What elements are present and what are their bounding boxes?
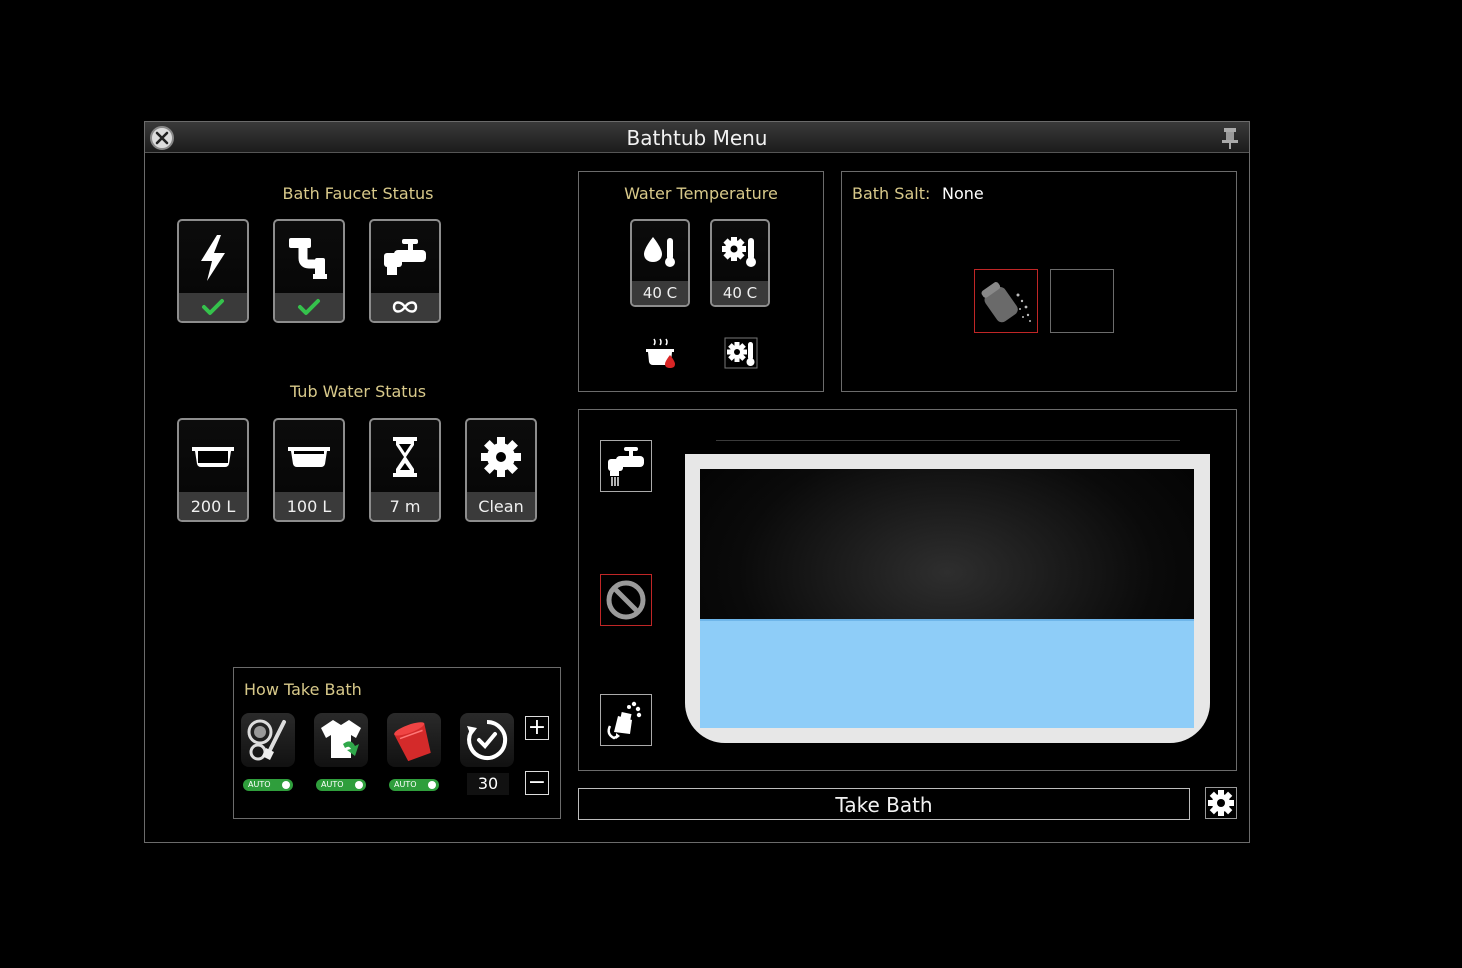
tub-capacity-tile[interactable]: 200 L (177, 418, 249, 522)
close-button[interactable] (150, 126, 174, 150)
wash-option-button[interactable] (241, 713, 295, 767)
timer-icon (467, 719, 508, 760)
pipe-icon (289, 238, 327, 279)
pin-button[interactable] (1219, 126, 1241, 150)
tub-heading: Tub Water Status (289, 382, 427, 401)
bath-salt-slot[interactable] (974, 269, 1038, 333)
bucket-auto-toggle[interactable]: AUTO (389, 779, 439, 791)
tub-rim-line (716, 440, 1180, 441)
clothes-auto-toggle[interactable]: AUTO (316, 779, 366, 791)
faucet-heading: Bath Faucet Status (282, 184, 434, 203)
temperature-settings-button[interactable] (724, 337, 758, 369)
close-icon (155, 131, 169, 145)
temperature-panel (578, 171, 824, 392)
increase-duration-button[interactable]: + (525, 716, 549, 740)
check-icon (298, 299, 320, 315)
gear-thermometer-icon (724, 337, 758, 369)
prohibited-icon (606, 580, 646, 620)
decrease-duration-button[interactable]: − (525, 771, 549, 795)
change-clothes-option-button[interactable] (314, 713, 368, 767)
fill-tub-button[interactable] (600, 440, 652, 492)
tub-time-value: 7 m (371, 492, 439, 520)
heat-tub-button[interactable] (644, 337, 678, 369)
gear-thermometer-icon (722, 237, 756, 267)
settings-button[interactable] (1205, 787, 1237, 819)
empty-tub-icon (192, 447, 234, 467)
tub-clean-tile[interactable]: Clean (465, 418, 537, 522)
window-title: Bathtub Menu (626, 126, 768, 150)
bath-salt-panel (841, 171, 1237, 392)
drain-icon (607, 701, 642, 740)
faucet-tap-tile[interactable] (369, 219, 441, 323)
current-temperature-value: 40 C (632, 281, 688, 305)
faucet-icon (608, 447, 644, 486)
bath-salt-label: Bath Salt: (852, 184, 931, 203)
bathtub-basin (700, 469, 1194, 728)
mirror-brush-icon (247, 719, 286, 761)
duration-option-button[interactable] (460, 713, 514, 767)
faucet-icon (384, 239, 426, 275)
empty-salt-slot[interactable] (1050, 269, 1114, 333)
pin-icon (1222, 128, 1238, 149)
gear-icon (481, 437, 521, 477)
tub-current-tile[interactable]: 100 L (273, 418, 345, 522)
wash-auto-toggle[interactable]: AUTO (243, 779, 293, 791)
duration-value: 30 (467, 773, 509, 795)
bucket-icon (394, 722, 431, 762)
take-bath-button[interactable]: Take Bath (578, 788, 1190, 820)
tub-capacity-value: 200 L (179, 492, 247, 520)
water-fill (700, 619, 1194, 728)
heating-tub-icon (646, 338, 675, 368)
full-tub-icon (288, 447, 330, 467)
bath-salt-value: None (942, 184, 984, 203)
check-icon (202, 299, 224, 315)
how-take-bath-heading: How Take Bath (244, 680, 362, 699)
tub-clean-value: Clean (467, 492, 535, 520)
gear-icon (1208, 790, 1234, 816)
salt-shaker-icon (981, 282, 1031, 323)
faucet-power-tile[interactable] (177, 219, 249, 323)
stop-button[interactable] (600, 574, 652, 626)
infinity-icon (392, 301, 418, 313)
power-icon (201, 235, 225, 281)
temperature-heading: Water Temperature (624, 184, 778, 203)
bucket-option-button[interactable] (387, 713, 441, 767)
current-temperature-tile[interactable]: 40 C (630, 219, 690, 307)
water-thermometer-icon (644, 237, 675, 267)
target-temperature-value: 40 C (712, 281, 768, 305)
target-temperature-tile[interactable]: 40 C (710, 219, 770, 307)
faucet-pipe-tile[interactable] (273, 219, 345, 323)
tub-current-value: 100 L (275, 492, 343, 520)
tub-time-tile[interactable]: 7 m (369, 418, 441, 522)
shirt-icon (321, 720, 361, 758)
hourglass-icon (393, 437, 417, 477)
drain-tub-button[interactable] (600, 694, 652, 746)
